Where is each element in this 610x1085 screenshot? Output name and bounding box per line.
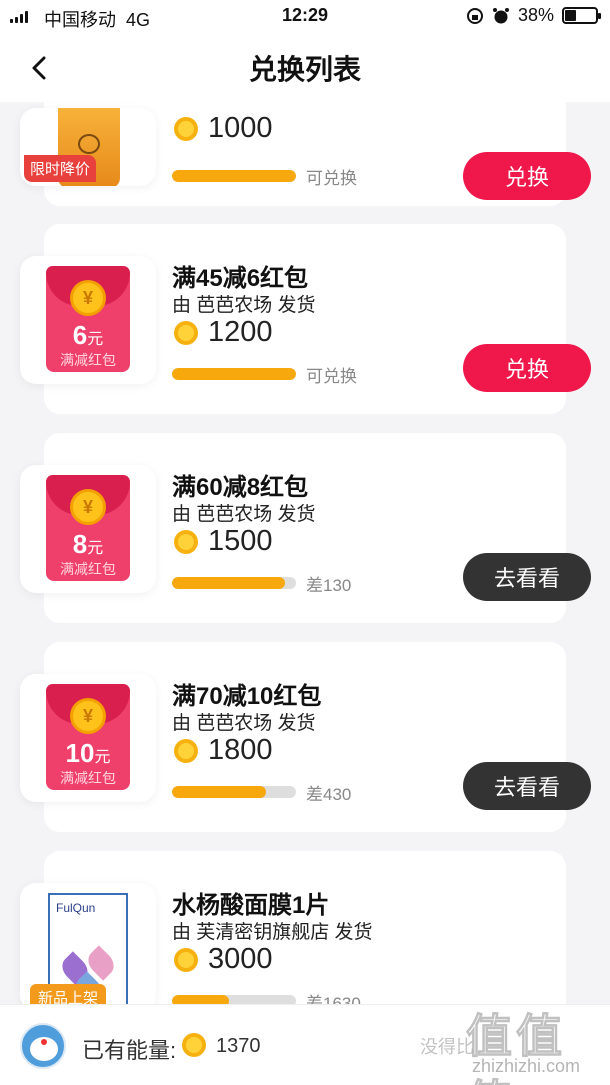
product-name: 满45减6红包 (172, 265, 309, 292)
progress-label: 差1630 (306, 994, 361, 1004)
sun-coin-icon (182, 1033, 206, 1057)
progress-bar (172, 577, 296, 589)
redeem-button[interactable]: 兑换 (463, 344, 591, 392)
product-name: 满70减10红包 (172, 683, 322, 710)
seller-info: 由 芭芭农场 发货 (172, 504, 316, 525)
progress-bar (172, 368, 296, 380)
sun-coin-icon (174, 738, 198, 763)
battery-icon (562, 7, 601, 24)
product-thumbnail: ¥ 8元 满减红包 (20, 465, 156, 593)
sun-coin-icon (174, 116, 198, 141)
yuan-coin-icon: ¥ (70, 489, 106, 525)
new-arrival-tag: 新品上架 (30, 984, 107, 1004)
product-thumbnail: ¥ 10元 满减红包 (20, 674, 156, 802)
progress-bar (172, 786, 296, 798)
product-thumbnail: FulQun 新品上架 (20, 883, 156, 1004)
energy-value: 1370 (216, 1035, 261, 1057)
exchange-card: ¥ 8元 满减红包 满60减8红包 由 芭芭农场 发货 1500 差130 去看… (20, 433, 591, 623)
exchange-card: ¥ 10元 满减红包 满70减10红包 由 芭芭农场 发货 1800 差430 … (20, 642, 591, 832)
avatar[interactable] (20, 1023, 66, 1069)
promo-tag: 限时降价 (24, 155, 97, 182)
watermark-site: zhizhizhi.com (472, 1056, 581, 1076)
status-bar: 中国移动 4G 12:29 38% (0, 0, 610, 34)
price: 3000 (172, 943, 273, 976)
view-button[interactable]: 去看看 (463, 553, 591, 601)
exchange-card: FulQun 新品上架 水杨酸面膜1片 由 芙清密钥旗舰店 发货 3000 差1… (20, 851, 566, 1004)
status-right: 38% (466, 5, 601, 26)
seller-info: 由 芙清密钥旗舰店 发货 (172, 922, 373, 943)
red-packet-image: ¥ 6元 满减红包 (46, 266, 130, 372)
red-packet-image: ¥ 8元 满减红包 (46, 475, 130, 581)
sun-coin-icon (174, 320, 198, 345)
product-thumbnail: 限时降价 (20, 108, 156, 186)
progress-label: 差130 (306, 576, 352, 595)
price: 1500 (172, 525, 273, 558)
seller-info: 由 芭芭农场 发货 (172, 295, 316, 316)
progress-label: 可兑换 (306, 169, 357, 188)
progress-label: 差430 (306, 785, 352, 804)
exchange-list[interactable]: 限时降价 1000 可兑换 兑换 ¥ 6元 满减红包 满45减6红包 由 芭芭农… (0, 102, 610, 1004)
exchange-card: 限时降价 1000 可兑换 兑换 (20, 102, 591, 206)
progress-label: 可兑换 (306, 367, 357, 386)
progress-bar (172, 995, 296, 1004)
nav-bar: 兑换列表 (0, 34, 610, 102)
alarm-icon (492, 7, 509, 23)
yuan-coin-icon: ¥ (70, 698, 106, 734)
product-thumbnail: ¥ 6元 满减红包 (20, 256, 156, 384)
product-name: 水杨酸面膜1片 (172, 892, 330, 919)
price: 1000 (172, 112, 273, 145)
product-name: 满60减8红包 (172, 474, 309, 501)
view-button[interactable]: 去看看 (463, 762, 591, 810)
yuan-coin-icon: ¥ (70, 280, 106, 316)
orientation-lock-icon (466, 7, 483, 24)
exchange-card: ¥ 6元 满减红包 满45减6红包 由 芭芭农场 发货 1200 可兑换 兑换 (20, 224, 591, 414)
sun-coin-icon (174, 529, 198, 554)
energy-label: 已有能量: (82, 1038, 177, 1063)
redeem-button[interactable]: 兑换 (463, 152, 591, 200)
seller-info: 由 芭芭农场 发货 (172, 713, 316, 734)
sun-coin-icon (174, 947, 198, 972)
battery-percent: 38% (517, 5, 554, 25)
price: 1200 (172, 316, 273, 349)
progress-bar (172, 170, 296, 182)
price: 1800 (172, 734, 273, 767)
page-title: 兑换列表 (248, 54, 361, 85)
red-packet-image: ¥ 10元 满减红包 (46, 684, 130, 790)
